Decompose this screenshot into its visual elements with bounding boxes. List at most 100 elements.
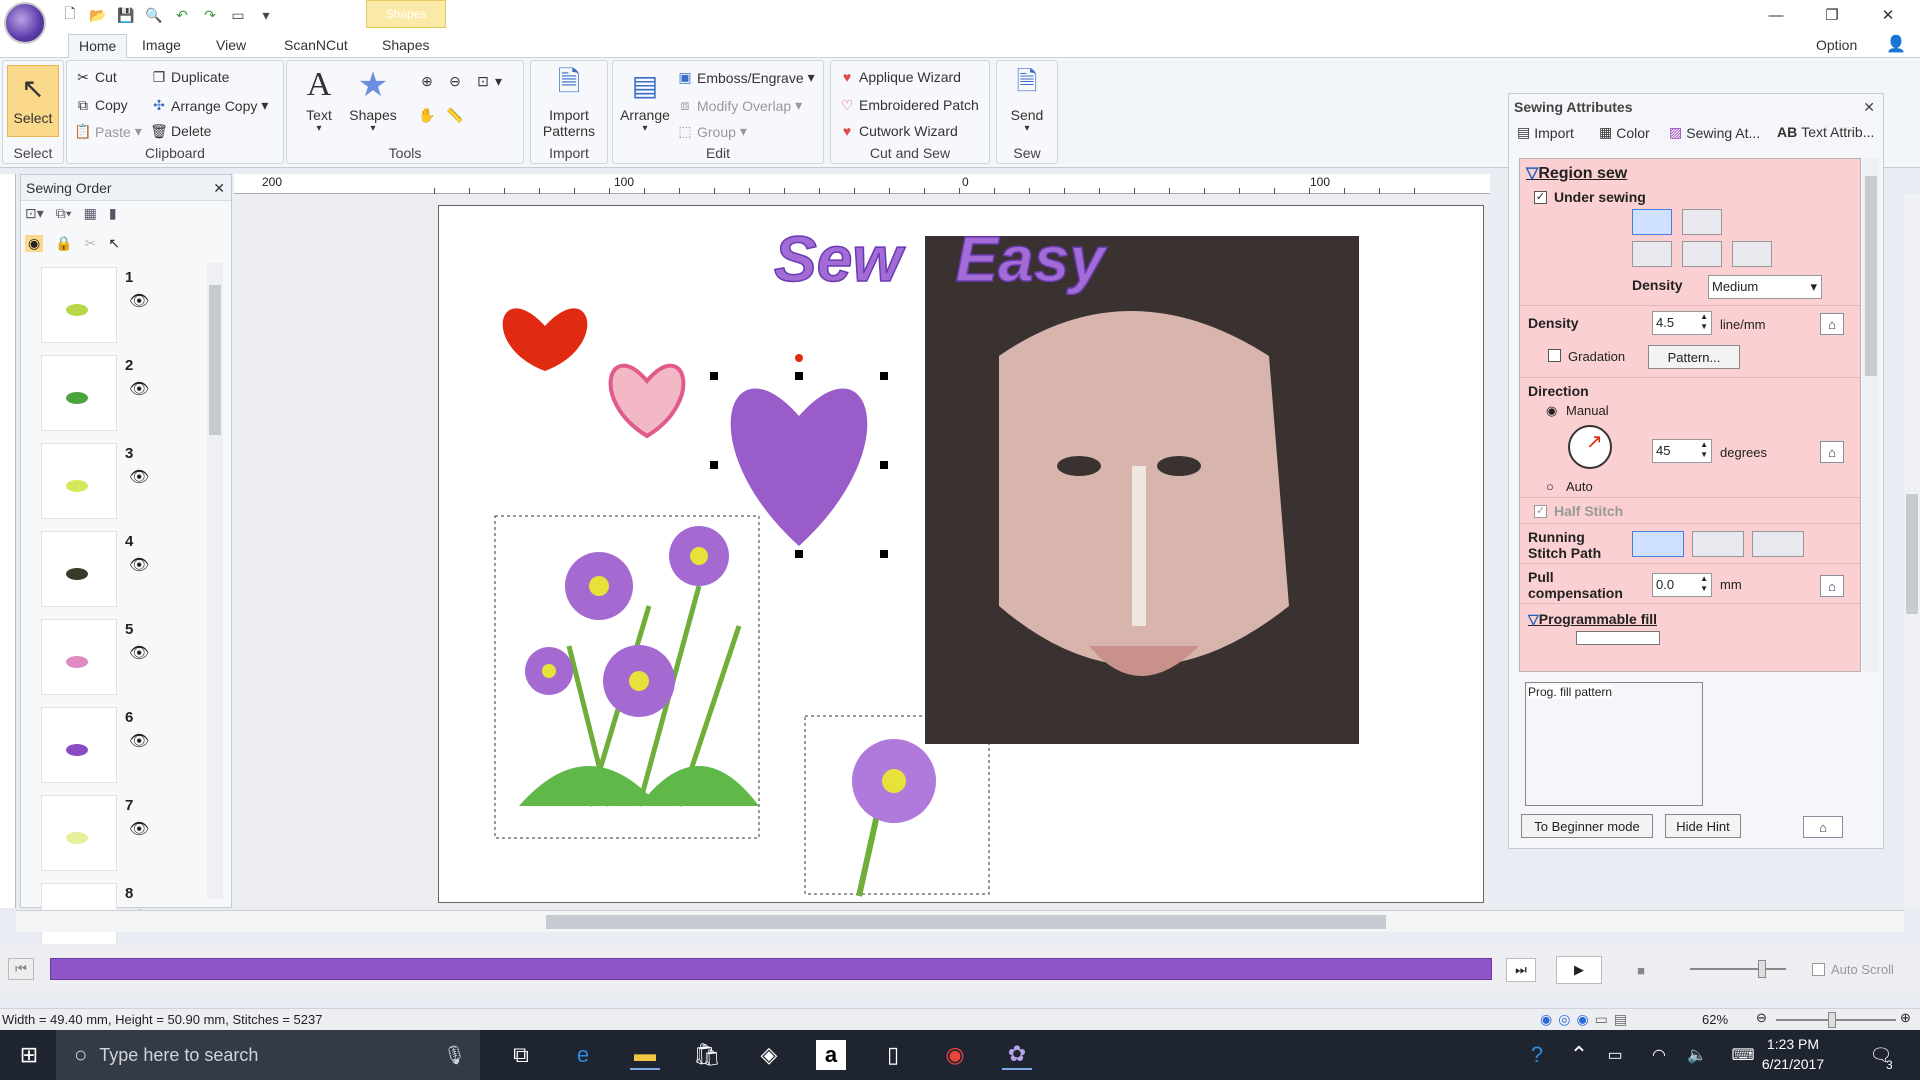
windows-start-icon[interactable]: ⊞ [14,1040,44,1070]
region-sew-header[interactable]: ▽Region sew [1526,163,1627,183]
import-patterns-button[interactable]: 🗎 Import Patterns [537,63,601,139]
merge-icon[interactable]: ▦ [84,205,97,222]
group-button[interactable]: ⬚ Group ▾ [677,123,747,140]
pan-button[interactable]: ✋ [418,107,435,123]
paste-button[interactable]: 📋 Paste ▾ [74,123,142,140]
embroidered-patch-button[interactable]: ♡ Embroidered Patch [839,97,979,114]
close-button[interactable]: ✕ [1860,0,1916,30]
flower-bouquet[interactable] [519,526,759,807]
lock-icon[interactable]: 🔒 [55,235,72,252]
subtab-color[interactable]: ▦ Color [1599,124,1650,141]
pink-heart[interactable] [608,363,686,439]
select-button[interactable]: ↖ Select [7,65,59,137]
zoom-slider[interactable] [1776,1012,1896,1028]
scroll-thumb[interactable] [546,915,1386,929]
running-path-option-1[interactable] [1632,531,1684,557]
purple-heart[interactable] [730,388,868,546]
print-icon[interactable]: ▭ [226,4,250,26]
taskbar-search[interactable]: ○ Type here to search 🎙 [56,1030,480,1080]
zoom-in-icon[interactable]: ⊕ [1900,1010,1911,1026]
subtab-import[interactable]: ▤ Import [1517,124,1574,141]
view-realistic-icon[interactable]: ◎ [1558,1011,1570,1028]
auto-radio[interactable]: ○ [1546,479,1554,494]
under-pattern-5[interactable] [1732,241,1772,267]
list-item[interactable]: 1 👁 [21,263,149,347]
amazon-icon[interactable]: a [816,1040,846,1070]
attributes-scrollbar[interactable] [1863,158,1879,672]
scroll-thumb[interactable] [209,285,221,435]
direction-dial[interactable]: ↗ [1568,425,1612,469]
zoom-slider-thumb[interactable] [1828,1012,1836,1028]
eye-icon[interactable]: 👁 [129,819,149,839]
app-logo-icon[interactable] [4,2,46,44]
microphone-icon[interactable]: 🎙 [443,1045,466,1066]
under-pattern-1[interactable] [1632,209,1672,235]
under-sewing-checkbox[interactable]: ✓ [1534,191,1547,204]
item-thumbnail[interactable] [41,531,117,607]
dropbox-icon[interactable]: ◈ [754,1040,784,1070]
eye-icon[interactable]: 👁 [129,291,149,311]
store-icon[interactable]: 🛍 [692,1040,722,1070]
subtab-sewing-attributes[interactable]: ▨ Sewing At... [1669,124,1760,141]
battery-icon[interactable]: ▭ [1600,1040,1630,1070]
zoom-in-button[interactable]: ⊕ [419,73,435,89]
skip-start-button[interactable]: ⏮ [8,958,34,980]
under-pattern-2[interactable] [1682,209,1722,235]
running-path-option-2[interactable] [1692,531,1744,557]
hide-hint-button[interactable]: Hide Hint [1665,814,1741,838]
tray-chevron-icon[interactable]: ⌃ [1564,1040,1594,1070]
rotate-handle[interactable] [795,354,803,362]
zoom-fit-button[interactable]: ⊡ ▾ [475,73,502,90]
open-folder-icon[interactable]: 📂 [86,4,110,26]
under-pattern-3[interactable] [1632,241,1672,267]
embroidery-app-icon[interactable]: ✿ [1002,1040,1032,1070]
view-print-icon[interactable]: ▤ [1614,1011,1627,1028]
restore-button[interactable]: ❐ [1804,0,1860,30]
tab-scanncut[interactable]: ScanNCut [274,34,358,58]
measure-button[interactable]: 📏 [446,107,463,123]
chrome-icon[interactable]: ◉ [940,1040,970,1070]
file-explorer-icon[interactable]: ▬ [630,1040,660,1070]
document-icon[interactable]: ▯ [878,1040,908,1070]
redo-icon[interactable]: ↷ [198,4,222,26]
modify-overlap-button[interactable]: ⧈ Modify Overlap ▾ [677,97,803,114]
new-file-icon[interactable]: 🗋 [58,4,82,26]
save-icon[interactable]: 💾 [114,4,138,26]
canvas-vscroll[interactable] [1904,194,1920,908]
user-icon[interactable]: 👤 [1886,34,1906,54]
eye-icon[interactable]: 👁 [129,731,149,751]
help-icon[interactable]: ? [1522,1040,1552,1070]
fill-pattern-preview[interactable] [1576,631,1660,645]
item-thumbnail[interactable] [41,707,117,783]
under-pattern-4[interactable] [1682,241,1722,267]
auto-scroll-checkbox[interactable] [1812,963,1825,976]
minimize-button[interactable]: — [1748,0,1804,30]
arrange-copy-button[interactable]: ✣ Arrange Copy ▾ [151,97,268,114]
item-thumbnail[interactable] [41,619,117,695]
scissors-toggle-icon[interactable]: ✂ [85,235,97,252]
under-density-select[interactable]: Medium ▾ [1708,275,1822,299]
undo-icon[interactable]: ↶ [170,4,194,26]
eye-icon[interactable]: 👁 [129,379,149,399]
cut-button[interactable]: ✂ Cut [75,69,117,86]
subtab-text-attributes[interactable]: AB Text Attrib... [1777,124,1874,140]
pull-stepper[interactable]: 0.0 ▲ ▼ [1652,573,1712,597]
duplicate-button[interactable]: ❐ Duplicate [151,69,230,86]
zoom-icon[interactable]: 🔍 [142,4,166,26]
close-panel-icon[interactable]: ✕ [213,175,225,201]
visibility-icon[interactable]: ◉ [25,235,44,252]
reset-all-button[interactable]: ⌂ [1803,816,1843,838]
speed-slider-thumb[interactable] [1758,960,1766,978]
half-stitch-checkbox[interactable]: ✓ [1534,505,1547,518]
shapes-tool-button[interactable]: ★ Shapes ▾ [345,63,401,134]
eye-icon[interactable]: 👁 [129,555,149,575]
design-page[interactable]: Sew Easy [438,205,1484,903]
pointer-icon[interactable]: ↖ [108,235,120,252]
eye-icon[interactable]: 👁 [129,467,149,487]
manual-radio[interactable]: ◉ [1546,403,1557,419]
red-heart[interactable] [502,308,588,371]
design-artwork[interactable]: Sew Easy [439,206,1485,904]
tab-view[interactable]: View [206,34,256,58]
scroll-thumb[interactable] [1906,494,1918,614]
canvas-hscroll[interactable] [16,910,1904,932]
